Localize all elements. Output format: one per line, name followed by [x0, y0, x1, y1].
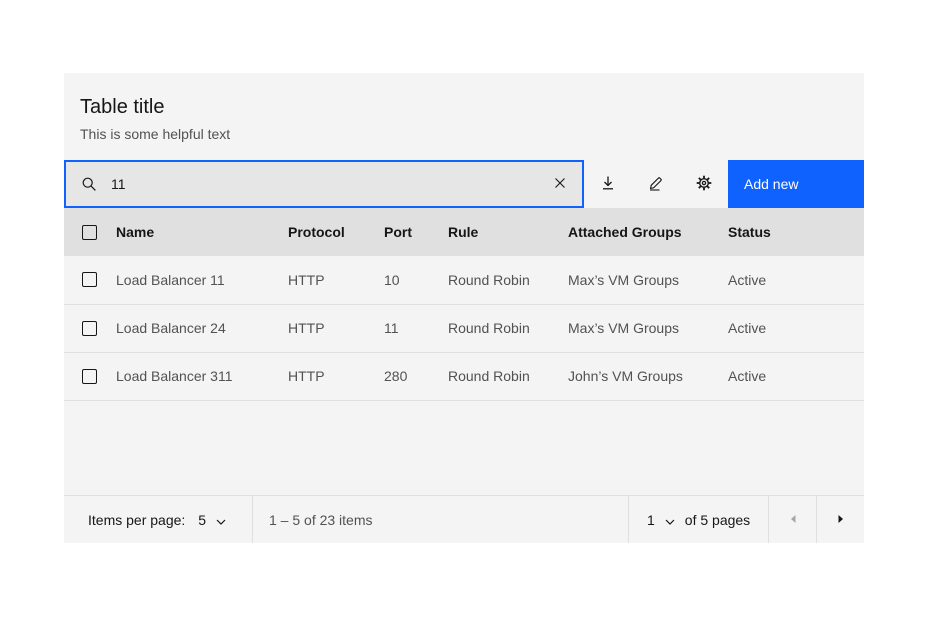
search-icon — [81, 176, 97, 197]
row-checkbox[interactable] — [82, 369, 97, 384]
page-title: Table title — [80, 94, 848, 120]
cell-rule: Round Robin — [448, 352, 568, 400]
select-all-checkbox[interactable] — [82, 225, 97, 240]
download-icon — [600, 175, 616, 194]
caret-right-icon — [837, 512, 845, 527]
column-header-status: Status — [728, 208, 864, 256]
settings-button[interactable] — [680, 160, 728, 208]
cell-name: Load Balancer 11 — [116, 256, 288, 304]
cell-name: Load Balancer 311 — [116, 352, 288, 400]
title-block: Table title This is some helpful text — [64, 73, 864, 143]
caret-left-icon — [789, 512, 797, 527]
clear-search-button[interactable] — [544, 168, 576, 200]
column-header-attached-groups: Attached Groups — [568, 208, 728, 256]
cell-attached-groups: Max’s VM Groups — [568, 304, 728, 352]
pages-count-label: of 5 pages — [685, 512, 750, 528]
search-input[interactable] — [111, 162, 571, 206]
page-number-section: 1 of 5 pages — [628, 496, 768, 543]
cell-port: 11 — [384, 304, 448, 352]
cell-protocol: HTTP — [288, 256, 384, 304]
cell-attached-groups: Max’s VM Groups — [568, 256, 728, 304]
column-header-name: Name — [116, 208, 288, 256]
column-header-protocol: Protocol — [288, 208, 384, 256]
chevron-down-icon — [665, 512, 675, 528]
cell-status: Active — [728, 256, 864, 304]
cell-attached-groups: John’s VM Groups — [568, 352, 728, 400]
items-per-page-section: Items per page: 5 — [64, 496, 252, 543]
page-subtitle: This is some helpful text — [80, 125, 848, 143]
page-range-text: 1 – 5 of 23 items — [269, 512, 373, 528]
page-range-section: 1 – 5 of 23 items — [252, 496, 628, 543]
download-button[interactable] — [584, 160, 632, 208]
page-number-select[interactable]: 1 — [647, 512, 675, 528]
cell-status: Active — [728, 304, 864, 352]
column-header-rule: Rule — [448, 208, 568, 256]
items-per-page-label: Items per page: — [88, 512, 185, 528]
table-row: Load Balancer 24 HTTP 11 Round Robin Max… — [64, 304, 864, 352]
items-per-page-select[interactable]: 5 — [198, 512, 226, 528]
row-checkbox[interactable] — [82, 321, 97, 336]
previous-page-button[interactable] — [768, 496, 816, 543]
header-row: Name Protocol Port Rule Attached Groups … — [64, 208, 864, 256]
cell-port: 280 — [384, 352, 448, 400]
cell-protocol: HTTP — [288, 304, 384, 352]
data-table: Name Protocol Port Rule Attached Groups … — [64, 208, 864, 401]
add-new-button-label: Add new — [744, 176, 798, 192]
page-number-value: 1 — [647, 512, 655, 528]
cell-rule: Round Robin — [448, 304, 568, 352]
table-row: Load Balancer 311 HTTP 280 Round Robin J… — [64, 352, 864, 400]
search-input-wrapper — [64, 160, 584, 208]
cell-port: 10 — [384, 256, 448, 304]
next-page-button[interactable] — [816, 496, 864, 543]
data-table-card: Table title This is some helpful text — [64, 73, 864, 543]
cell-name: Load Balancer 24 — [116, 304, 288, 352]
cell-rule: Round Robin — [448, 256, 568, 304]
cell-status: Active — [728, 352, 864, 400]
close-icon — [554, 177, 566, 192]
row-checkbox[interactable] — [82, 272, 97, 287]
edit-icon — [648, 175, 664, 194]
pagination-bar: Items per page: 5 1 – 5 of 23 items 1 of… — [64, 495, 864, 543]
chevron-down-icon — [216, 512, 226, 528]
column-header-port: Port — [384, 208, 448, 256]
settings-icon — [696, 175, 712, 194]
cell-protocol: HTTP — [288, 352, 384, 400]
edit-button[interactable] — [632, 160, 680, 208]
table-row: Load Balancer 11 HTTP 10 Round Robin Max… — [64, 256, 864, 304]
table-toolbar: Add new — [64, 160, 864, 208]
add-new-button[interactable]: Add new — [728, 160, 864, 208]
items-per-page-value: 5 — [198, 512, 206, 528]
